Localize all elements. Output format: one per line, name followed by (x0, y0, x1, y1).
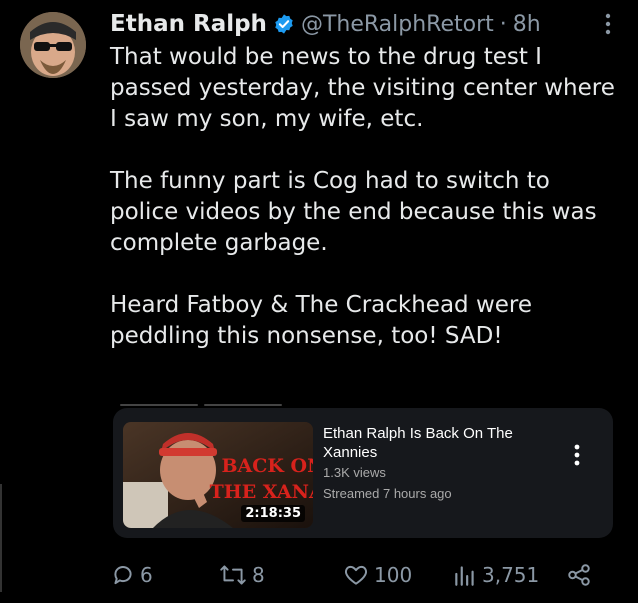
like-button[interactable]: 100 (342, 558, 412, 592)
tweet-timestamp[interactable]: 8h (513, 12, 541, 37)
author-handle[interactable]: @TheRalphRetort (301, 12, 494, 37)
video-duration: 2:18:35 (241, 505, 305, 522)
tweet-actions: 6 8 100 3,751 (110, 558, 610, 592)
repost-button[interactable]: 8 (218, 558, 265, 592)
repost-count: 8 (252, 563, 265, 587)
avatar-photo (20, 12, 86, 78)
share-icon (566, 562, 592, 588)
views-button[interactable]: 3,751 (452, 558, 539, 592)
video-streamed: Streamed 7 hours ago (323, 486, 452, 501)
separator-dot: · (499, 11, 507, 37)
heart-icon (342, 562, 370, 588)
video-thumbnail[interactable]: BACK ON THE XANAY 2:18:35 (123, 422, 313, 528)
video-views: 1.3K views (323, 465, 386, 480)
left-edge-divider (0, 484, 2, 592)
reply-icon (110, 562, 136, 588)
video-card[interactable]: BACK ON THE XANAY 2:18:35 Ethan Ralph Is… (113, 408, 613, 538)
views-chart-icon (452, 562, 478, 588)
reply-count: 6 (140, 563, 153, 587)
share-button[interactable] (566, 558, 592, 592)
tweet-text: That would be news to the drug test I pa… (110, 44, 615, 349)
more-vertical-icon[interactable] (571, 444, 583, 466)
like-count: 100 (374, 563, 413, 587)
avatar[interactable] (20, 12, 86, 78)
views-count: 3,751 (482, 563, 540, 587)
repost-icon (218, 562, 248, 588)
reply-button[interactable]: 6 (110, 558, 153, 592)
verified-badge-icon (273, 13, 295, 35)
video-title[interactable]: Ethan Ralph Is Back On The Xannies (323, 424, 543, 462)
more-vertical-icon[interactable] (596, 10, 620, 38)
author-name[interactable]: Ethan Ralph (110, 11, 267, 37)
thumb-text-line1: BACK ON (222, 455, 313, 477)
tweet-header: Ethan Ralph @TheRalphRetort · 8h (110, 8, 618, 40)
thumb-text-line2: THE XANAY (210, 481, 313, 503)
